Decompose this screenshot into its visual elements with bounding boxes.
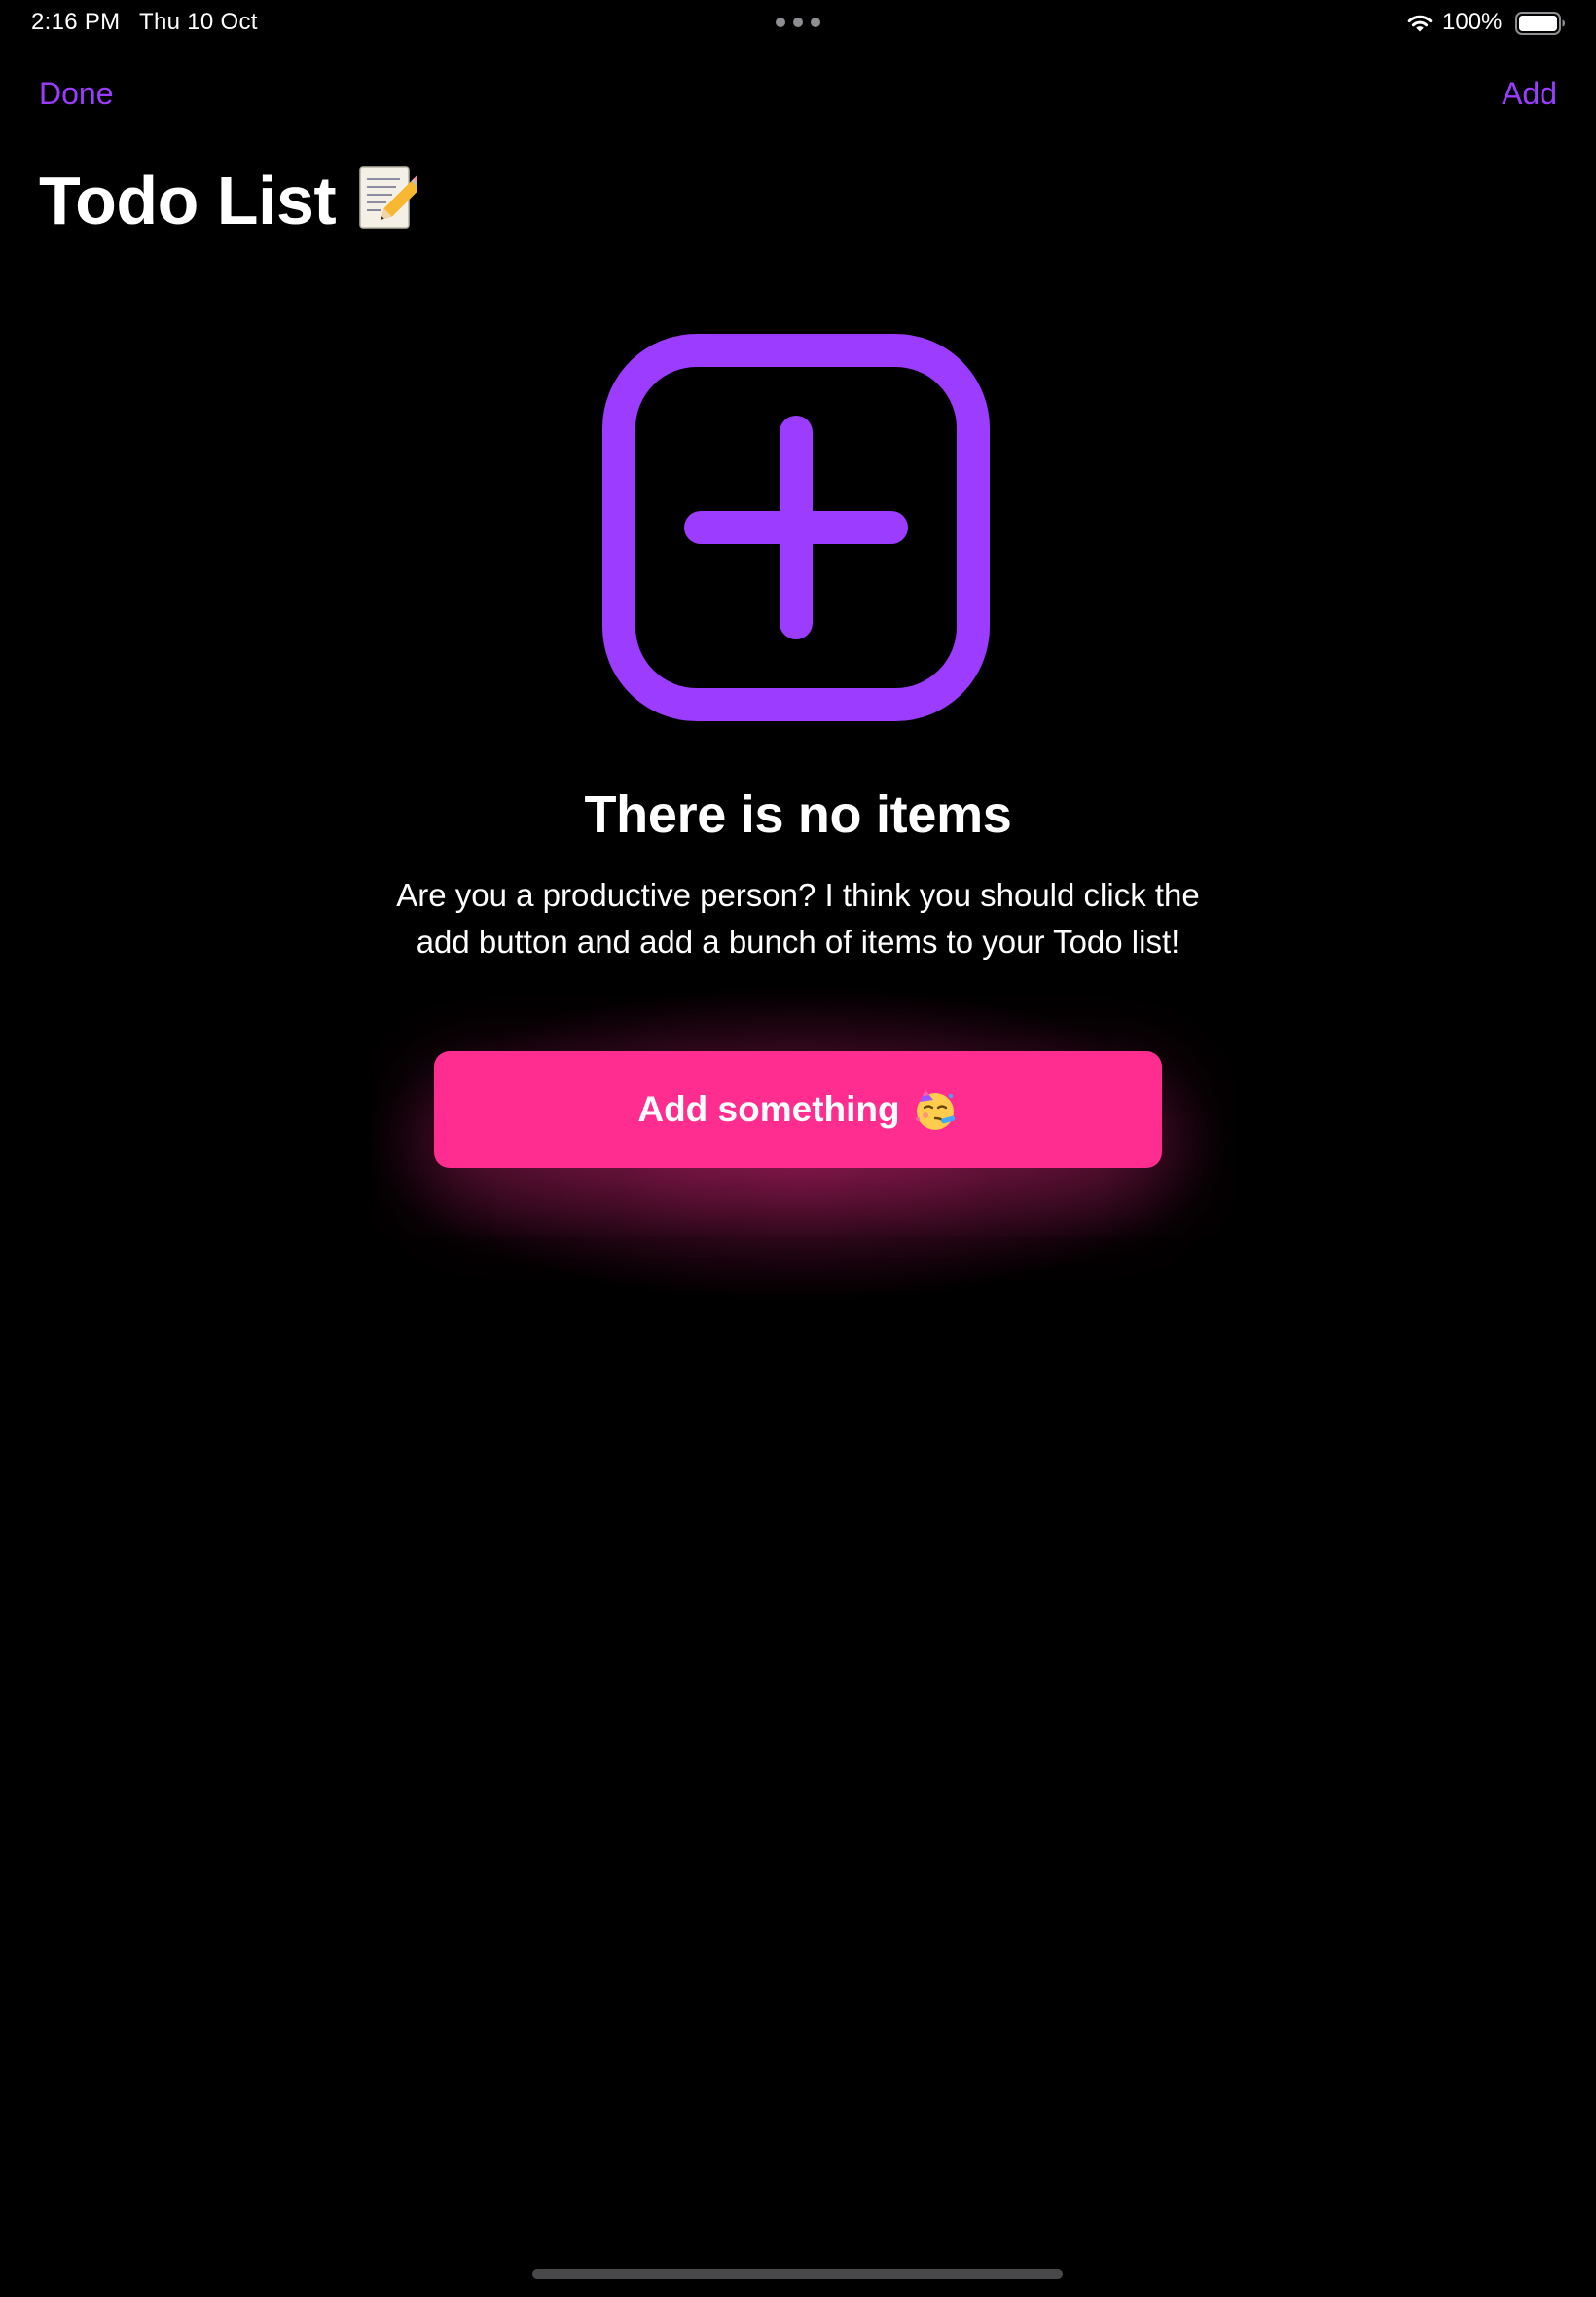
wifi-icon	[1407, 15, 1433, 32]
partying-face-emoji-icon	[915, 1090, 955, 1130]
add-something-button[interactable]: Add something	[434, 1051, 1162, 1168]
page-title-text: Todo List	[39, 163, 337, 238]
done-button[interactable]: Done	[39, 76, 114, 112]
empty-state-description: Are you a productive person? I think you…	[396, 877, 1200, 960]
add-button[interactable]: Add	[1502, 76, 1557, 112]
status-bar: 2:16 PM Thu 10 Oct 100%	[0, 0, 1596, 47]
battery-percentage: 100%	[1442, 9, 1503, 35]
multitasking-menu-icon[interactable]	[776, 18, 820, 27]
memo-emoji-icon	[359, 166, 418, 229]
status-date: Thu 10 Oct	[139, 9, 258, 35]
empty-state-title: There is no items	[584, 785, 1012, 844]
status-time: 2:16 PM	[31, 9, 121, 35]
home-indicator[interactable]	[532, 2269, 1063, 2279]
page-title: Todo List	[39, 162, 418, 239]
battery-icon	[1515, 12, 1565, 35]
add-something-label: Add something	[637, 1089, 900, 1129]
plus-square-icon	[602, 334, 990, 721]
